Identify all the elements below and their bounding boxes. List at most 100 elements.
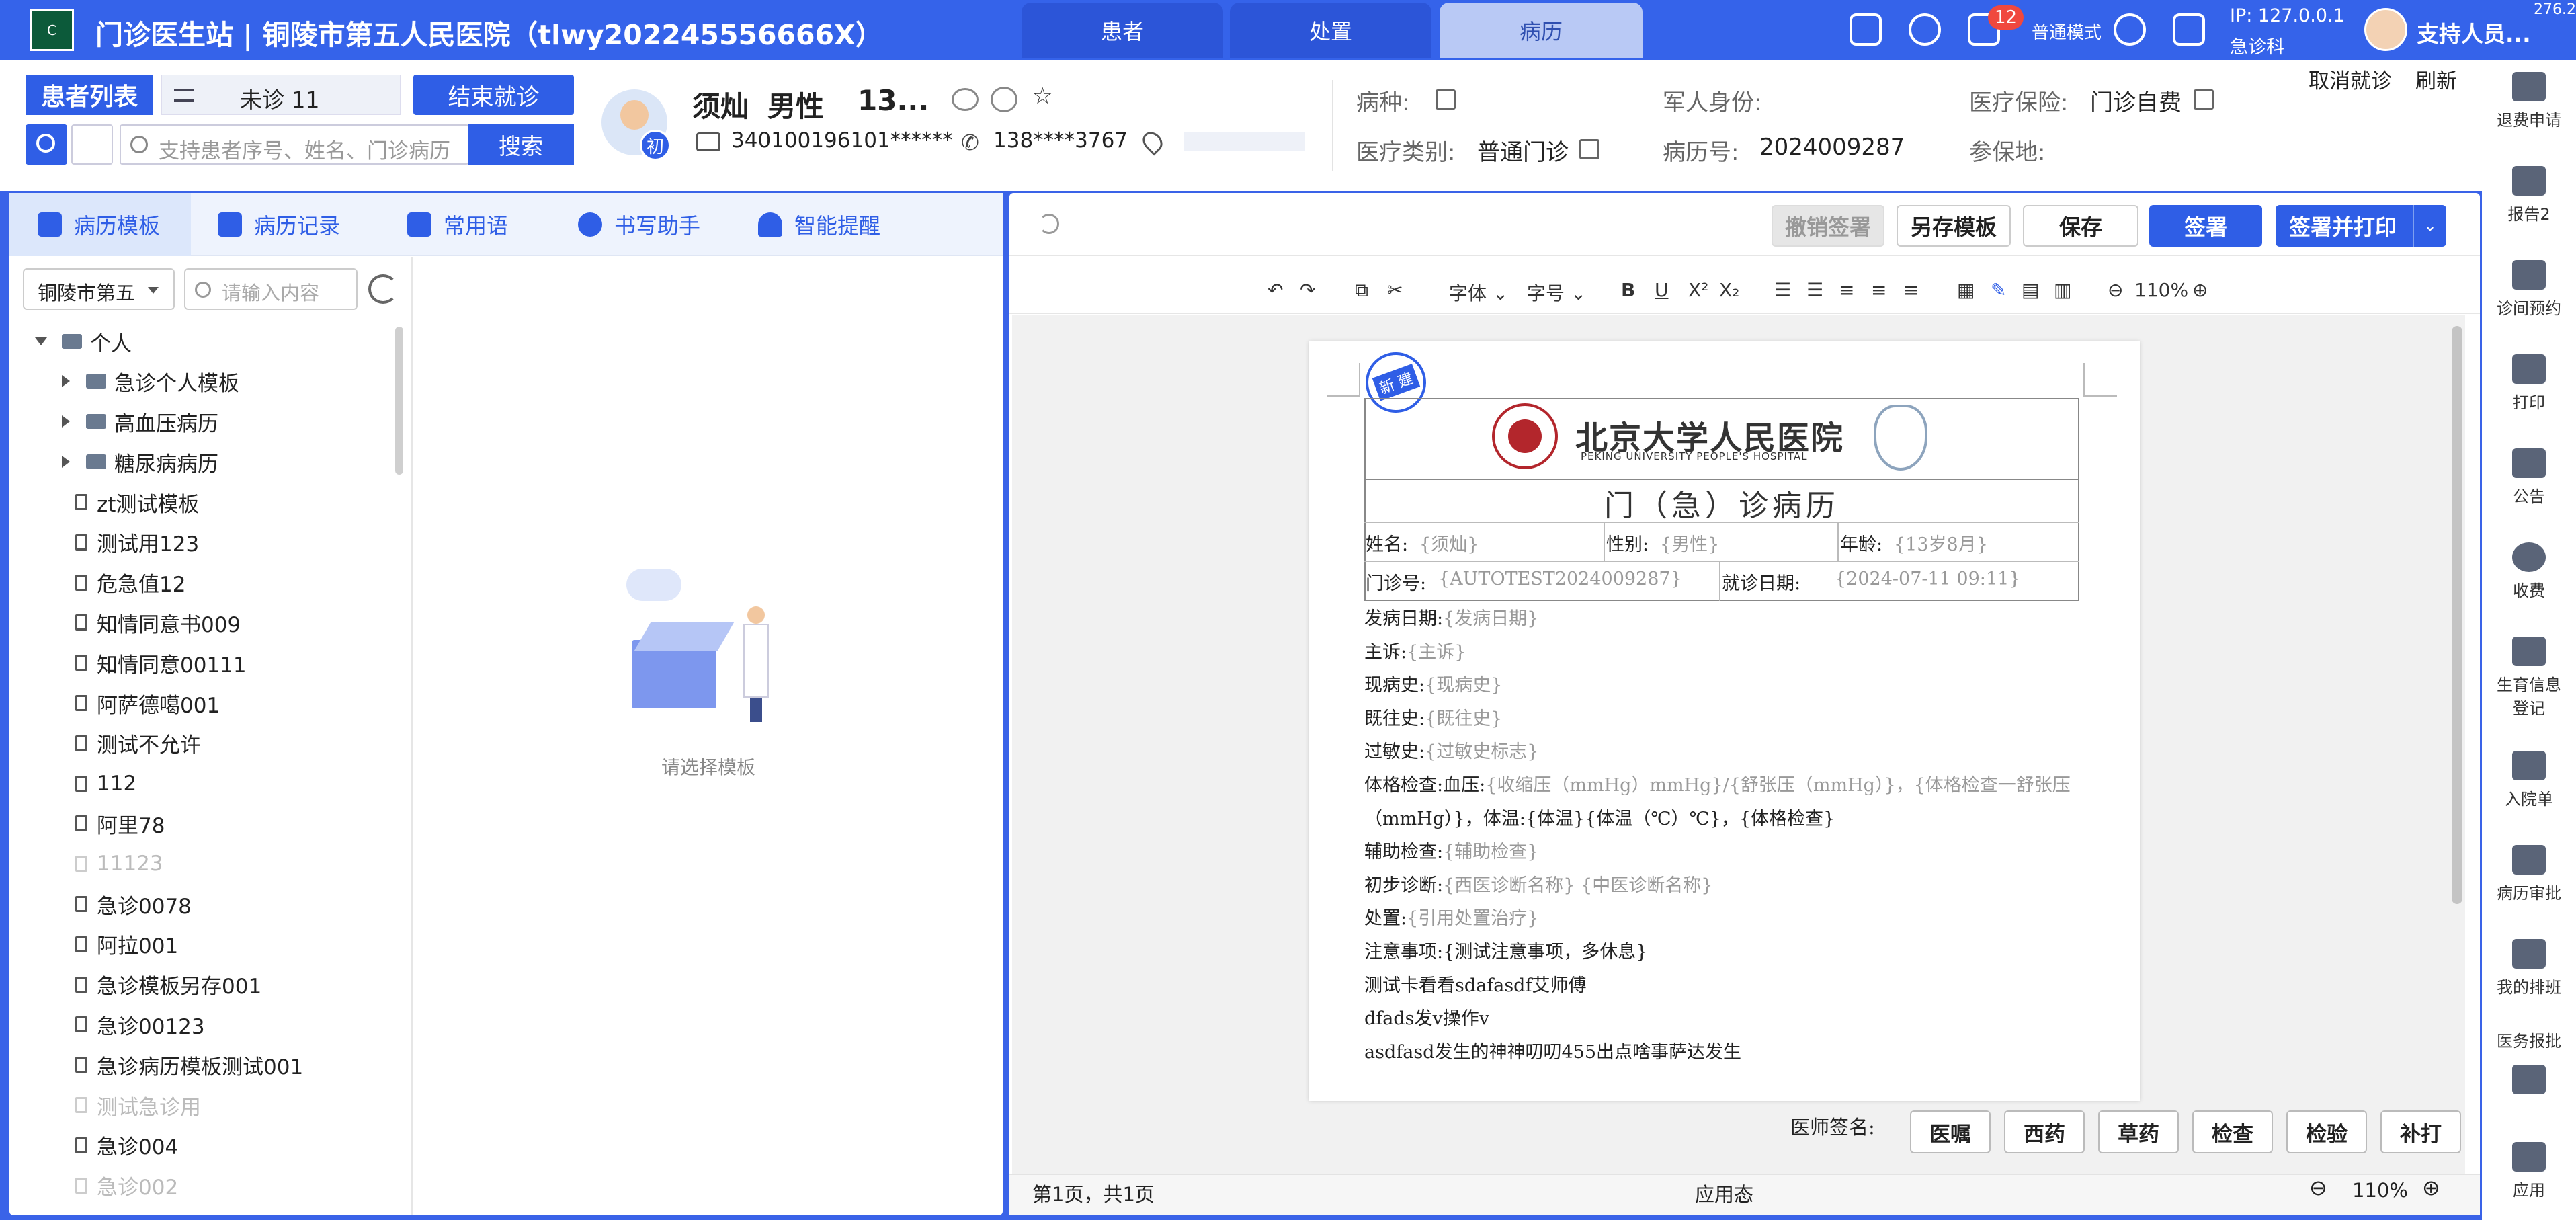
sidebar-report[interactable]: 报告2 [2482, 166, 2576, 225]
hide-icon[interactable] [952, 88, 979, 111]
sidebar-charge[interactable]: 收费 [2482, 542, 2576, 601]
redo-icon[interactable]: ↷ [1300, 279, 1315, 301]
tree-doc-item[interactable]: 急诊004 [75, 1127, 178, 1164]
patient-search-input[interactable]: 支持患者序号、姓名、门诊病历 [120, 124, 469, 165]
record-line[interactable]: 现病史:{现病史} [1364, 670, 1502, 696]
tree-doc-item[interactable]: 急诊病历模板测试001 [75, 1046, 303, 1084]
sign-button[interactable]: 签署 [2149, 205, 2262, 247]
tree-doc-item[interactable]: 阿拉001 [75, 926, 178, 963]
pending-box[interactable]: 未诊 11 [161, 75, 401, 115]
tree-folder[interactable]: 急诊个人模板 [62, 362, 239, 400]
sidebar-medical-report[interactable]: 医务报批 [2482, 1028, 2576, 1100]
user-avatar[interactable] [2364, 8, 2407, 51]
align-right-icon[interactable]: ≡ [1871, 279, 1886, 301]
user-name[interactable]: 支持人员... [2417, 16, 2531, 48]
tree-scrollbar[interactable] [395, 327, 403, 475]
save-button[interactable]: 保存 [2023, 205, 2138, 247]
undo-icon[interactable]: ↶ [1268, 279, 1283, 301]
sidebar-birth-info[interactable]: 生育信息登记 [2482, 637, 2576, 719]
font-size-select[interactable]: 字号 ⌄ [1527, 279, 1586, 306]
sign-print-button[interactable]: 签署并打印 ⌄ [2276, 205, 2446, 247]
tab-patient[interactable]: 患者 [1022, 3, 1223, 58]
sidebar-notice[interactable]: 公告 [2482, 448, 2576, 507]
herbal-medicine-button[interactable]: 草药 [2098, 1110, 2179, 1153]
end-visit-button[interactable]: 结束就诊 [413, 75, 574, 115]
record-line[interactable]: dfads发v操作v [1364, 1004, 1489, 1030]
record-line[interactable]: 过敏史:{过敏史标志} [1364, 737, 1538, 763]
font-select[interactable]: 字体 ⌄ [1449, 279, 1508, 306]
record-line[interactable]: 发病日期:{发病日期} [1364, 604, 1538, 630]
indent-icon[interactable]: ≡ [1903, 279, 1919, 301]
reprint-button[interactable]: 补打 [2380, 1110, 2461, 1153]
tree-doc-item[interactable]: 测试急诊用 [75, 1086, 201, 1124]
sidebar-admission[interactable]: 入院单 [2482, 751, 2576, 809]
edit-icon[interactable] [2194, 89, 2214, 110]
western-medicine-button[interactable]: 西药 [2004, 1110, 2085, 1153]
align-center-icon[interactable]: ≡ [1839, 279, 1854, 301]
zoom-in-icon[interactable]: ⊕ [2192, 279, 2208, 301]
record-line[interactable]: 辅助检查:{辅助检查} [1364, 837, 1538, 863]
number-list-icon[interactable]: ☰ [1806, 279, 1823, 301]
patient-list-title[interactable]: 患者列表 [26, 75, 153, 115]
zoom-in-icon[interactable]: ⊕ [2422, 1175, 2440, 1201]
tree-doc-item[interactable]: 危急值12 [75, 564, 185, 602]
refresh-link[interactable]: 刷新 [2415, 64, 2457, 94]
outpatient-no-value[interactable]: {AUTOTEST2024009287} [1438, 569, 1682, 589]
tab-templates[interactable]: 病历模板 [38, 202, 160, 247]
record-line[interactable]: asdfasd发生的神神叨叨455出点啥事萨达发生 [1364, 1037, 1741, 1063]
tree-root[interactable]: 个人 [35, 323, 132, 360]
record-line[interactable]: 主诉:{主诉} [1364, 637, 1466, 663]
shirt-icon[interactable] [1850, 13, 1882, 46]
tab-records[interactable]: 病历记录 [218, 202, 340, 247]
order-button[interactable]: 医嘱 [1910, 1110, 1991, 1153]
record-line[interactable]: 测试卡看看sdafasdf艾师傅 [1364, 971, 1586, 997]
star-icon[interactable]: ☆ [1032, 83, 1052, 110]
sidebar-my-schedule[interactable]: 我的排班 [2482, 939, 2576, 998]
sidebar-record-approval[interactable]: 病历审批 [2482, 845, 2576, 903]
refresh-icon[interactable] [368, 274, 398, 304]
gender-value[interactable]: {男性} [1660, 530, 1719, 556]
lab-test-button[interactable]: 检验 [2286, 1110, 2367, 1153]
record-line[interactable]: 注意事项:{测试注意事项，多休息} [1364, 937, 1647, 963]
search-button[interactable]: 搜索 [468, 124, 574, 165]
sidebar-apps[interactable]: 应用 [2482, 1142, 2576, 1201]
tree-doc-item[interactable]: 阿里78 [75, 805, 165, 842]
list-icon[interactable] [2173, 13, 2205, 46]
revoke-sign-button[interactable]: 撤销签署 [1772, 205, 1884, 247]
zoom-out-icon[interactable]: ⊖ [2108, 279, 2123, 301]
gear-icon[interactable] [1909, 13, 1941, 46]
search-icon[interactable] [26, 124, 67, 165]
card-icon[interactable] [71, 124, 113, 165]
sidebar-appointment[interactable]: 诊间预约 [2482, 260, 2576, 319]
tree-doc-item[interactable]: 知情同意书009 [75, 604, 241, 641]
tree-doc-item[interactable]: 11123 [75, 845, 163, 883]
tree-doc-item[interactable]: 测试用123 [75, 524, 199, 561]
cut-icon[interactable]: ✂ [1387, 279, 1403, 301]
mode-icon[interactable] [2114, 13, 2146, 46]
record-line[interactable]: 体格检查:血压:{收缩压（mmHg）mmHg}/{舒张压（mmHg）}，{体格检… [1364, 770, 2071, 797]
undo-history-icon[interactable] [1039, 214, 1059, 234]
sidebar-refund-request[interactable]: 退费申请 [2482, 72, 2576, 130]
tab-writing-assistant[interactable]: 书写助手 [578, 202, 700, 247]
tab-smart-reminder[interactable]: 智能提醒 [758, 202, 880, 247]
name-value[interactable]: {须灿} [1419, 530, 1479, 556]
record-line[interactable]: 处置:{引用处置治疗} [1364, 903, 1538, 930]
tree-doc-item[interactable]: 急诊模板另存001 [75, 966, 261, 1004]
age-value[interactable]: {13岁8月} [1894, 530, 1988, 556]
bold-icon[interactable]: B [1621, 279, 1635, 301]
tab-record[interactable]: 病历 [1440, 3, 1643, 58]
tree-doc-item[interactable]: 知情同意00111 [75, 644, 247, 682]
tree-doc-item[interactable]: 急诊0078 [75, 885, 192, 923]
location-icon[interactable] [1138, 128, 1167, 156]
save-as-template-button[interactable]: 另存模板 [1897, 205, 2011, 247]
tree-doc-item[interactable]: 112 [75, 765, 136, 803]
tree-doc-item[interactable]: zt测试模板 [75, 483, 199, 521]
edit-icon[interactable] [1579, 139, 1599, 159]
record-line[interactable]: 既往史:{既往史} [1364, 704, 1502, 730]
tree-doc-item[interactable]: 急诊00123 [75, 1006, 205, 1043]
subscript-icon[interactable]: X₂ [1719, 279, 1739, 301]
cancel-visit-link[interactable]: 取消就诊 [2309, 64, 2392, 94]
form-icon[interactable]: ▤ [2022, 279, 2039, 301]
zoom-out-icon[interactable]: ⊖ [2309, 1175, 2327, 1201]
share-icon[interactable] [991, 87, 1017, 112]
